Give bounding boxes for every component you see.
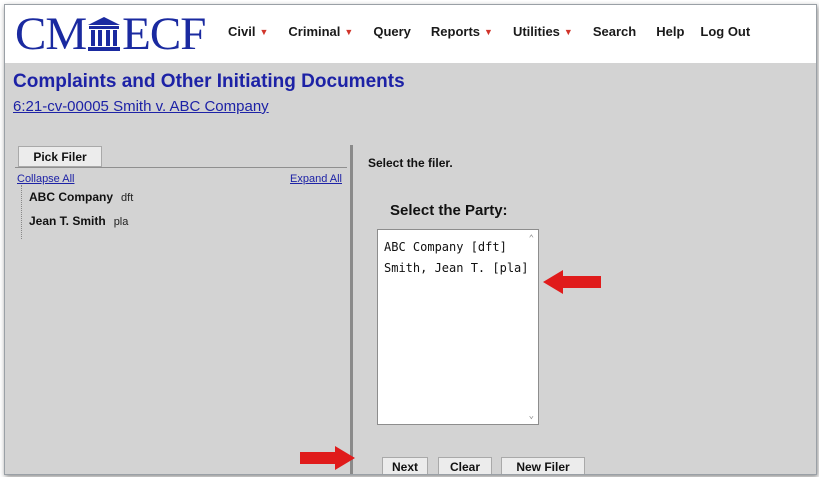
courthouse-pillar-icon <box>88 17 121 51</box>
party-heading: Select the Party: <box>390 202 508 219</box>
tree-connector <box>21 185 25 239</box>
party-listbox[interactable]: ABC Company [dft] Smith, Jean T. [pla] ⌃… <box>377 229 539 425</box>
case-link[interactable]: 6:21-cv-00005 Smith v. ABC Company <box>13 98 269 115</box>
menu-criminal[interactable]: Criminal ▼ <box>288 24 353 39</box>
tree-item-abc-company[interactable]: ABC Company dft <box>29 190 133 204</box>
next-button[interactable]: Next <box>382 457 428 474</box>
logo-text-cm: CM <box>15 8 87 60</box>
logo-text-ecf: ECF <box>122 8 206 60</box>
scroll-up-icon[interactable]: ⌃ <box>529 234 534 244</box>
tree-item-role: pla <box>113 216 129 228</box>
menu-log-out[interactable]: Log Out <box>700 24 750 39</box>
tree-item-name: Jean T. Smith <box>29 214 106 228</box>
pick-filer-button[interactable]: Pick Filer <box>18 146 102 167</box>
divider <box>15 167 347 168</box>
chevron-down-icon: ▼ <box>344 26 354 37</box>
expand-all-link[interactable]: Expand All <box>290 173 342 185</box>
menu-search[interactable]: Search <box>593 24 636 39</box>
red-arrow-icon <box>300 446 355 470</box>
party-option-abc-company[interactable]: ABC Company [dft] <box>384 240 507 254</box>
menu-query[interactable]: Query <box>373 24 411 39</box>
cmecf-logo[interactable]: CM ECF <box>15 8 206 60</box>
top-menu-bar: CM ECF Civil ▼ Criminal ▼ Query Reports ▼ U… <box>5 5 816 63</box>
party-option-jean-smith[interactable]: Smith, Jean T. [pla] <box>384 261 529 275</box>
collapse-all-link[interactable]: Collapse All <box>17 173 74 185</box>
menu-help[interactable]: Help <box>656 24 684 39</box>
tree-item-jean-smith[interactable]: Jean T. Smith pla <box>29 214 128 228</box>
tree-item-role: dft <box>121 192 134 204</box>
red-arrow-icon <box>543 270 601 294</box>
scroll-down-icon[interactable]: ⌄ <box>529 411 534 421</box>
case-header: Complaints and Other Initiating Document… <box>5 63 816 145</box>
chevron-down-icon: ▼ <box>259 26 269 37</box>
cmecf-window: CM ECF Civil ▼ Criminal ▼ Query Reports ▼ U… <box>4 4 817 475</box>
new-filer-button[interactable]: New Filer <box>501 457 585 474</box>
chevron-down-icon: ▼ <box>484 26 493 37</box>
menu-reports[interactable]: Reports ▼ <box>431 24 493 39</box>
clear-button[interactable]: Clear <box>438 457 492 474</box>
page-title: Complaints and Other Initiating Document… <box>13 71 405 92</box>
main-menu: Civil ▼ Criminal ▼ Query Reports ▼ Utilitie… <box>228 24 770 39</box>
filer-tree-panel: Pick Filer Collapse All Expand All ABC C… <box>5 145 350 474</box>
instruction-text: Select the filer. <box>368 156 453 170</box>
party-select-panel: Select the filer. Select the Party: ABC … <box>353 145 816 474</box>
menu-civil[interactable]: Civil ▼ <box>228 24 268 39</box>
tree-item-name: ABC Company <box>29 190 114 204</box>
menu-utilities[interactable]: Utilities ▼ <box>513 24 573 39</box>
chevron-down-icon: ▼ <box>563 26 573 37</box>
